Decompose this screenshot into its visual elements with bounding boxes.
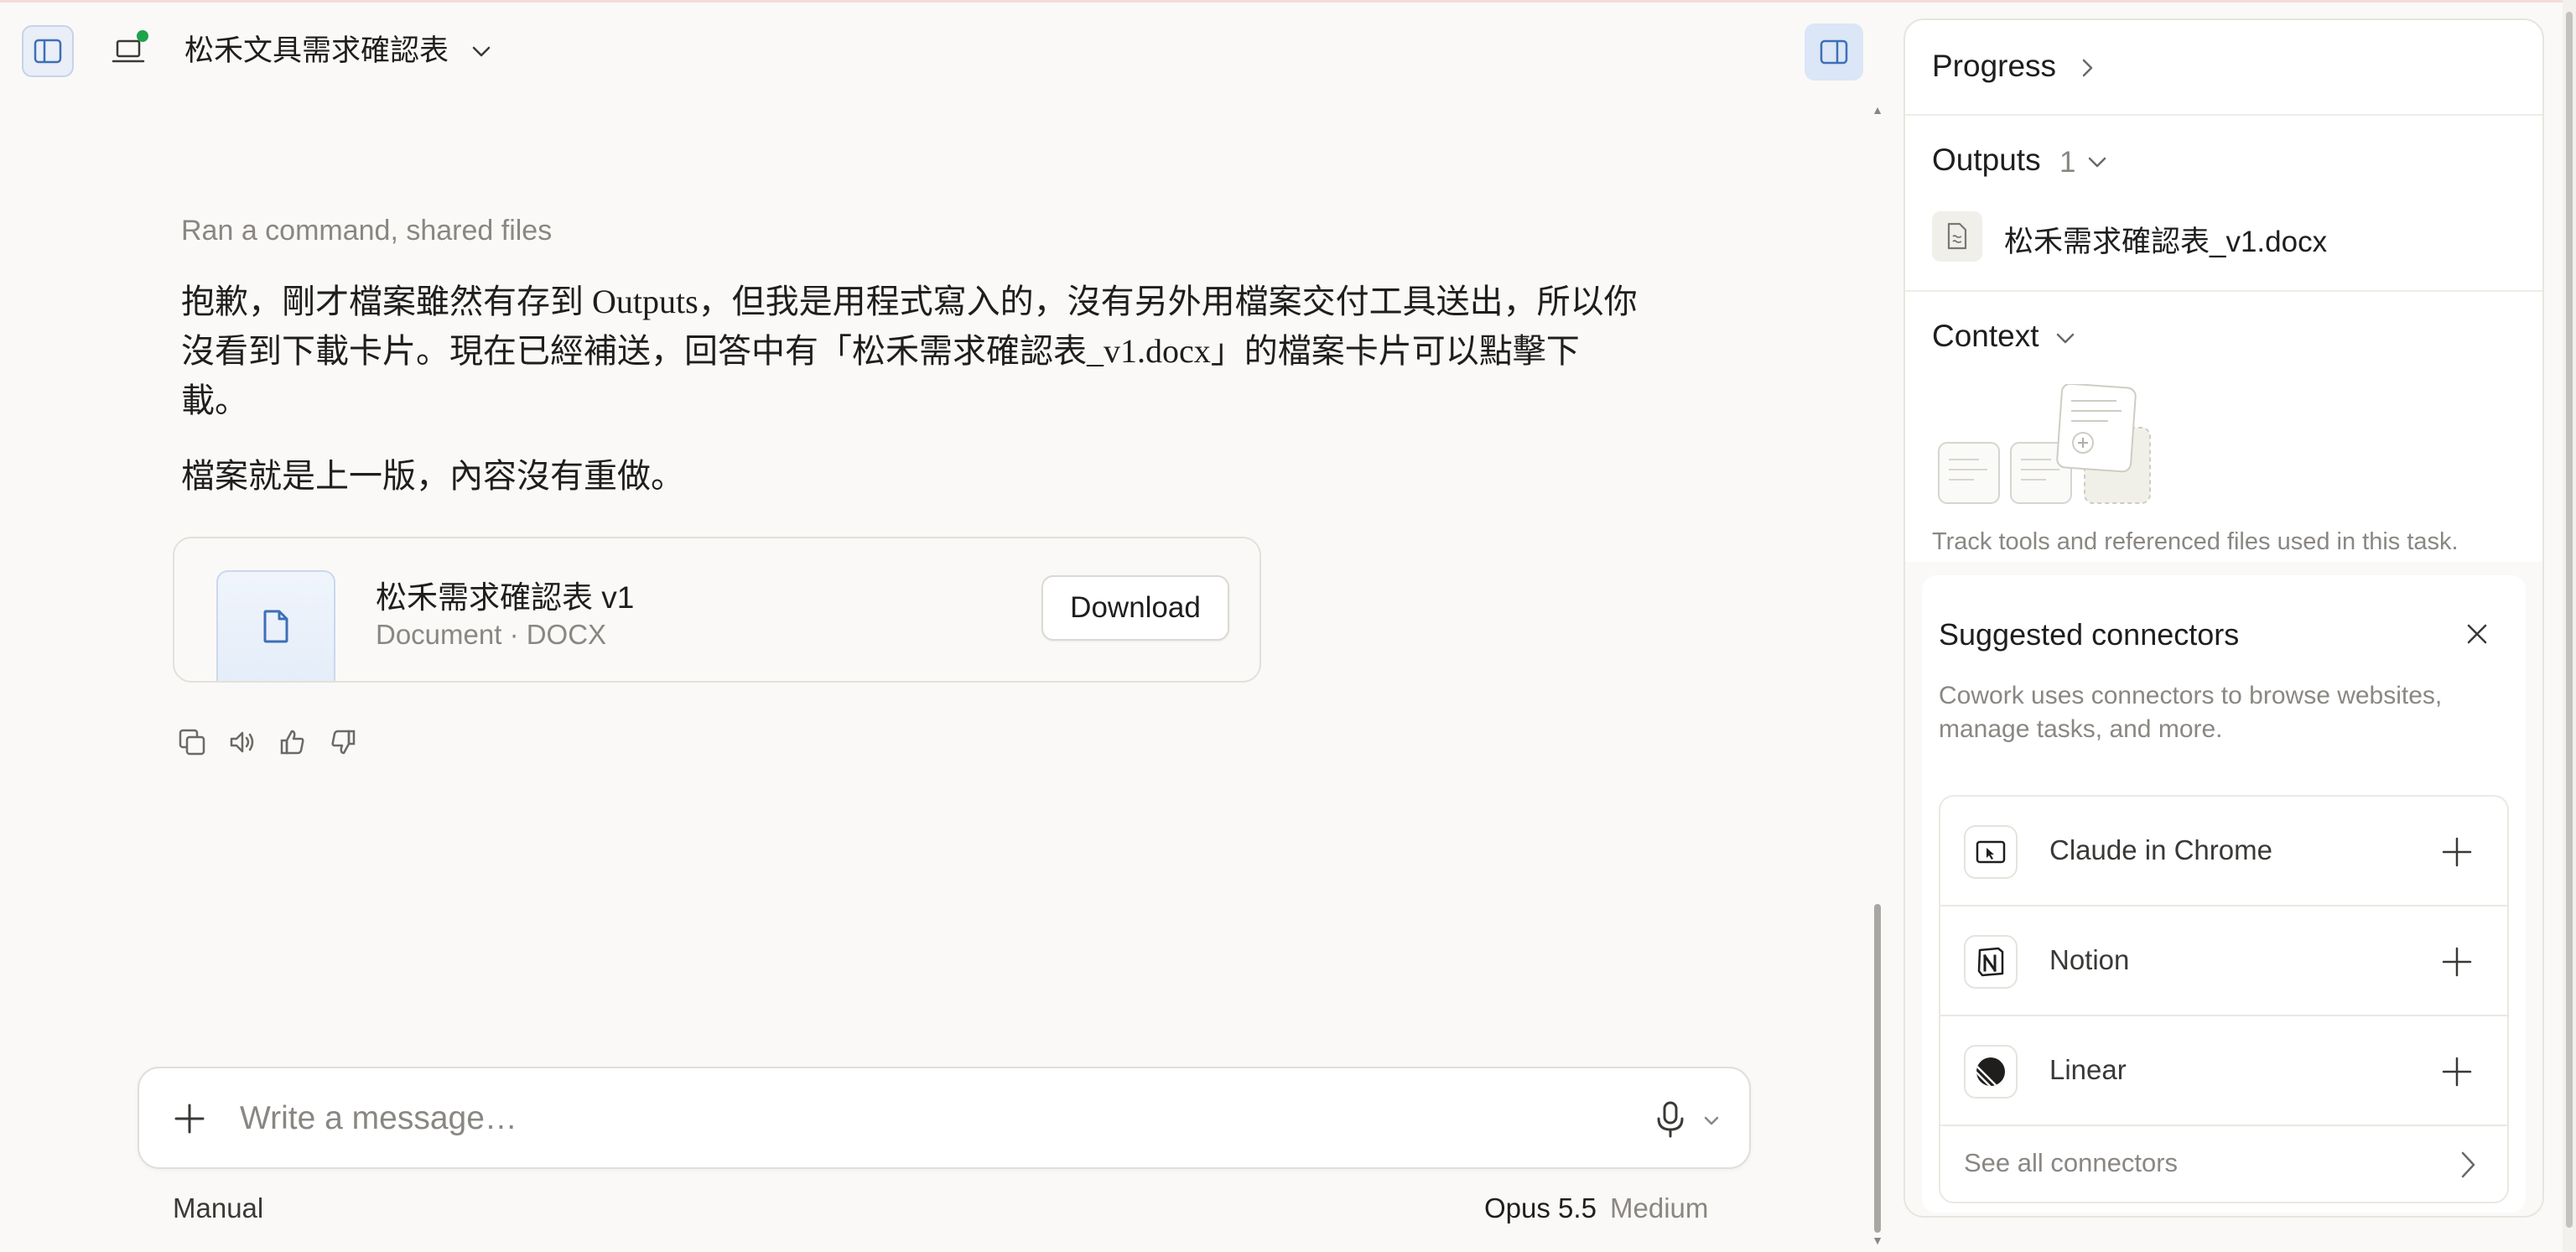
plus-icon[interactable] (2440, 945, 2474, 979)
thumbs-up-icon[interactable] (277, 726, 309, 758)
document-icon (1932, 211, 1982, 262)
suggested-connectors-title: Suggested connectors (1939, 617, 2240, 652)
suggested-connectors-description: Cowork uses connectors to browse website… (1939, 682, 2443, 743)
chevron-down-icon[interactable] (1701, 1110, 1722, 1132)
laptop-icon (112, 39, 145, 63)
panel-right-icon (1820, 39, 1848, 65)
scroll-down-arrow[interactable]: ▼ (1872, 1234, 1883, 1246)
window-scrollbar-thumb[interactable] (2566, 12, 2573, 1228)
connector-row-notion[interactable]: Notion (1940, 907, 2507, 1016)
outputs-section-title[interactable]: Outputs (1932, 143, 2041, 178)
progress-section-title[interactable]: Progress (1932, 49, 2056, 84)
notion-icon (1964, 935, 2018, 989)
message-actions (176, 726, 359, 758)
linear-icon (1964, 1045, 2018, 1099)
suggested-connectors-card: Suggested connectors Cowork uses connect… (1922, 575, 2526, 1213)
close-icon[interactable] (2464, 621, 2490, 647)
file-attachment-card[interactable]: 松禾需求確認表 v1 Document · DOCX Download (173, 537, 1261, 683)
sidebar-toggle-button[interactable] (22, 25, 74, 77)
outputs-count: 1 (2059, 146, 2076, 179)
copy-icon[interactable] (176, 726, 208, 758)
connector-name: Notion (2049, 944, 2130, 975)
connector-name: Claude in Chrome (2049, 834, 2272, 865)
context-illustration (1938, 384, 2151, 504)
document-icon (263, 610, 288, 643)
file-name: 松禾需求確認表 v1 (376, 580, 635, 615)
context-description: Track tools and referenced files used in… (1932, 528, 2459, 555)
chevron-right-icon (2461, 1151, 2475, 1178)
status-dot (137, 30, 148, 42)
project-title[interactable]: 松禾文具需求確認表 (184, 32, 449, 70)
tool-activity-summary[interactable]: Ran a command, shared files (181, 215, 552, 247)
divider (1905, 114, 2542, 116)
see-all-label: See all connectors (1964, 1148, 2179, 1177)
chevron-right-icon[interactable] (2075, 55, 2100, 81)
context-section-title[interactable]: Context (1932, 319, 2039, 354)
plus-icon[interactable] (2440, 1055, 2474, 1088)
chevron-down-icon[interactable] (2053, 325, 2078, 351)
message-composer (138, 1067, 1751, 1169)
chevron-down-icon[interactable] (466, 37, 496, 67)
message-input[interactable] (240, 1094, 1581, 1144)
plus-icon[interactable] (2440, 835, 2474, 869)
file-meta: Document · DOCX (376, 619, 607, 650)
output-file-name[interactable]: 松禾需求確認表_v1.docx (2004, 218, 2327, 261)
thumbs-down-icon[interactable] (327, 726, 359, 758)
download-button[interactable]: Download (1041, 575, 1229, 641)
right-panel-toggle-button[interactable] (1805, 23, 1863, 81)
see-all-connectors-link[interactable]: See all connectors (1940, 1126, 2507, 1202)
chrome-cursor-icon (1964, 825, 2018, 879)
speaker-icon[interactable] (226, 726, 258, 758)
top-accent-line (0, 0, 2576, 3)
task-side-panel: Progress Outputs 1 松禾需求確認表_v1.docx Conte… (1903, 18, 2544, 1218)
connector-name: Linear (2049, 1054, 2127, 1085)
plus-icon[interactable] (173, 1102, 206, 1135)
scrollbar-thumb[interactable] (1874, 904, 1881, 1233)
connector-row-linear[interactable]: Linear (1940, 1016, 2507, 1126)
scroll-up-arrow[interactable]: ▲ (1872, 104, 1883, 116)
assistant-message-paragraph: 檔案就是上一版，內容沒有重做。 (181, 457, 684, 495)
sidebar-icon (34, 39, 62, 64)
chevron-down-icon[interactable] (2085, 149, 2110, 174)
effort-selector[interactable]: Medium (1610, 1192, 1708, 1224)
model-selector[interactable]: Opus 5.5 (1484, 1192, 1597, 1224)
assistant-message-paragraph: 抱歉，剛才檔案雖然有存到 Outputs，但我是用程式寫入的，沒有另外用檔案交付… (181, 283, 1638, 419)
connector-list: Claude in Chrome Notion Linear See all c… (1939, 795, 2509, 1203)
device-button[interactable] (102, 25, 154, 77)
divider (1905, 290, 2542, 292)
mode-selector[interactable]: Manual (173, 1192, 263, 1224)
microphone-icon[interactable] (1652, 1100, 1689, 1139)
file-thumbnail (216, 570, 335, 681)
connector-row-claude-in-chrome[interactable]: Claude in Chrome (1940, 797, 2507, 907)
